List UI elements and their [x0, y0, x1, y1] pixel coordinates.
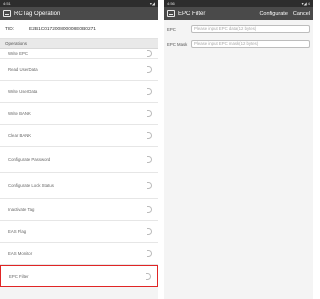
operation-item[interactable]: Clear BANK: [0, 125, 158, 147]
operation-label: Read UserData: [8, 67, 38, 72]
status-bar: 4:51 ▾◢: [0, 0, 158, 7]
operation-item[interactable]: EAS Monitor: [0, 243, 158, 265]
chevron-right-icon: [147, 206, 152, 213]
app-bar: EPC Filter Configurate Cancel: [164, 7, 313, 20]
status-time: 4:51: [3, 1, 11, 6]
tid-value: E2B1C017200800008E0B0271: [29, 26, 96, 32]
operation-item[interactable]: EPC Filter: [0, 265, 158, 287]
epc-mask-label: EPC Mask: [167, 41, 188, 47]
epc-filter-screen: 4:56 ▾◢ 4 EPC Filter Configurate Cancel …: [164, 0, 313, 299]
operation-label: Write BANK: [8, 111, 31, 116]
operation-label: Inactivate Tag: [8, 207, 35, 212]
operation-item[interactable]: Configurate Password: [0, 147, 158, 173]
cancel-button[interactable]: Cancel: [293, 11, 310, 17]
chevron-right-icon: [147, 156, 152, 163]
status-icons: ▾◢: [149, 1, 155, 6]
page-title: EPC Filter: [178, 10, 206, 17]
operation-label: Clear BANK: [8, 133, 32, 138]
operations-header: Operations: [0, 39, 158, 49]
app-monitor-icon: [167, 10, 175, 17]
tid-label: TID:: [5, 26, 15, 32]
chevron-right-icon: [147, 132, 152, 139]
epc-input[interactable]: Please input EPC data(12 bytes): [191, 25, 310, 33]
chevron-right-icon: [147, 228, 152, 235]
tid-row: TID: E2B1C017200800008E0B0271: [0, 20, 158, 39]
epc-row: EPC Please input EPC data(12 bytes): [164, 23, 313, 35]
epc-mask-input[interactable]: Please input EPC mask(12 bytes): [191, 40, 310, 48]
operation-item[interactable]: EAS Flag: [0, 221, 158, 243]
operation-item[interactable]: Write UserData: [0, 81, 158, 103]
operation-label: Write UserData: [8, 89, 38, 94]
operation-label: EAS Flag: [8, 229, 27, 234]
operation-label: Configurate Lock Status: [8, 183, 54, 188]
epc-mask-row: EPC Mask Please input EPC mask(12 bytes): [164, 38, 313, 50]
operation-label: Configurate Password: [8, 157, 51, 162]
operation-label: EPC Filter: [9, 273, 29, 279]
status-bar: 4:56 ▾◢ 4: [164, 0, 313, 7]
status-icons: ▾◢ 4: [301, 1, 310, 6]
operation-item[interactable]: Read UserData: [0, 59, 158, 81]
app-monitor-icon: [3, 10, 11, 17]
configurate-button[interactable]: Configurate: [259, 11, 287, 17]
operation-label: EAS Monitor: [8, 251, 33, 256]
chevron-right-icon: [147, 110, 152, 117]
operation-item[interactable]: Configurate Lock Status: [0, 173, 158, 199]
operation-item[interactable]: Write EPC: [0, 49, 158, 59]
page-title: RCTag Operation: [14, 10, 61, 17]
operation-item[interactable]: Write BANK: [0, 103, 158, 125]
status-time: 4:56: [167, 1, 175, 6]
operation-item[interactable]: Inactivate Tag: [0, 199, 158, 221]
epc-label: EPC: [167, 26, 176, 32]
operations-list: Write EPC Read UserData Write UserData Writ…: [0, 49, 158, 287]
chevron-right-icon: [147, 50, 152, 57]
app-bar: RCTag Operation: [0, 7, 158, 20]
operation-label: Write EPC: [8, 51, 28, 56]
rctag-operation-screen: 4:51 ▾◢ RCTag Operation TID: E2B1C017200…: [0, 0, 158, 299]
chevron-right-icon: [147, 250, 152, 257]
chevron-right-icon: [147, 66, 152, 73]
chevron-right-icon: [147, 182, 152, 189]
chevron-right-icon: [147, 88, 152, 95]
chevron-right-icon: [146, 272, 151, 280]
